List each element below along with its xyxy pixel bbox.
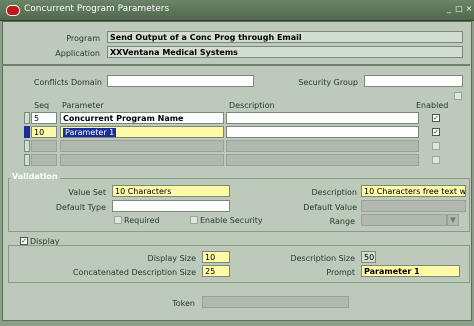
default-value-label: Default Value <box>303 203 357 212</box>
program-label: Program <box>66 34 100 43</box>
col-header-parameter: Parameter <box>62 101 104 110</box>
enable-security-checkbox[interactable] <box>190 216 198 224</box>
description-label: Description <box>311 188 357 197</box>
window-title: Concurrent Program Parameters <box>24 4 170 14</box>
description-field[interactable] <box>226 112 419 124</box>
display-size-label: Display Size <box>147 254 196 263</box>
window-title-bar: Concurrent Program Parameters _ □ × <box>0 0 474 21</box>
description-size-label: Description Size <box>290 254 355 263</box>
prompt-label: Prompt <box>326 268 355 277</box>
row-selector[interactable] <box>24 154 30 166</box>
range-label: Range <box>329 217 355 226</box>
chevron-down-icon[interactable]: ▼ <box>447 214 459 226</box>
minimize-icon[interactable]: _ <box>445 4 453 13</box>
row-selector[interactable] <box>24 140 30 152</box>
enabled-checkbox[interactable]: ✓ <box>432 128 440 136</box>
seq-field[interactable] <box>31 140 57 152</box>
value-set-label: Value Set <box>68 188 106 197</box>
application-label: Application <box>55 49 100 58</box>
col-header-description: Description <box>229 101 275 110</box>
seq-field[interactable]: 10 <box>31 126 57 138</box>
seq-field[interactable] <box>31 154 57 166</box>
maximize-icon[interactable]: □ <box>455 4 463 13</box>
seq-field[interactable]: 5 <box>31 112 57 124</box>
conflicts-domain-label: Conflicts Domain <box>33 78 102 87</box>
selected-text: Parameter 1 <box>63 128 117 137</box>
required-checkbox[interactable] <box>114 216 122 224</box>
validation-description-field[interactable]: 10 Characters free text wit <box>361 185 466 197</box>
enable-security-label: Enable Security <box>200 216 263 225</box>
token-field[interactable] <box>202 296 349 308</box>
token-label: Token <box>172 299 195 308</box>
col-header-enabled: Enabled <box>416 101 449 110</box>
range-select[interactable] <box>361 214 447 226</box>
concat-desc-size-label: Concatenated Description Size <box>72 268 196 277</box>
security-group-label: Security Group <box>298 78 358 87</box>
parameter-field[interactable] <box>60 140 224 152</box>
conflicts-domain-field[interactable] <box>107 75 254 87</box>
value-set-field[interactable]: 10 Characters <box>112 185 230 197</box>
parameter-field[interactable]: Concurrent Program Name <box>60 112 224 124</box>
display-group <box>8 245 470 283</box>
validation-title: Validation <box>10 172 60 181</box>
application-field[interactable]: XXVentana Medical Systems <box>107 46 463 58</box>
program-field[interactable]: Send Output of a Conc Prog through Email <box>107 31 463 43</box>
row-selector[interactable] <box>24 112 30 124</box>
enabled-checkbox[interactable] <box>432 142 440 150</box>
default-type-field[interactable] <box>112 200 230 212</box>
required-label: Required <box>124 216 160 225</box>
security-group-field[interactable] <box>364 75 463 87</box>
current-row-indicator[interactable] <box>24 126 30 138</box>
header-separator <box>2 64 470 66</box>
col-header-seq: Seq <box>34 101 50 110</box>
description-field[interactable] <box>226 126 419 138</box>
parameter-field-active[interactable]: Parameter 1 <box>60 126 224 138</box>
default-value-field[interactable] <box>361 200 466 212</box>
folder-toggle-checkbox[interactable] <box>454 92 462 100</box>
prompt-field[interactable]: Parameter 1 <box>361 265 460 277</box>
oracle-logo-icon <box>6 5 20 16</box>
concat-desc-size-field[interactable]: 25 <box>202 265 230 277</box>
display-checkbox[interactable]: ✓ <box>20 237 28 245</box>
enabled-checkbox[interactable]: ✓ <box>432 114 440 122</box>
description-field[interactable] <box>226 140 419 152</box>
close-icon[interactable]: × <box>465 4 473 13</box>
description-field[interactable] <box>226 154 419 166</box>
display-size-field[interactable]: 10 <box>202 251 230 263</box>
enabled-checkbox[interactable] <box>432 156 440 164</box>
description-size-field[interactable]: 50 <box>361 251 376 263</box>
default-type-label: Default Type <box>55 203 106 212</box>
parameter-field[interactable] <box>60 154 224 166</box>
